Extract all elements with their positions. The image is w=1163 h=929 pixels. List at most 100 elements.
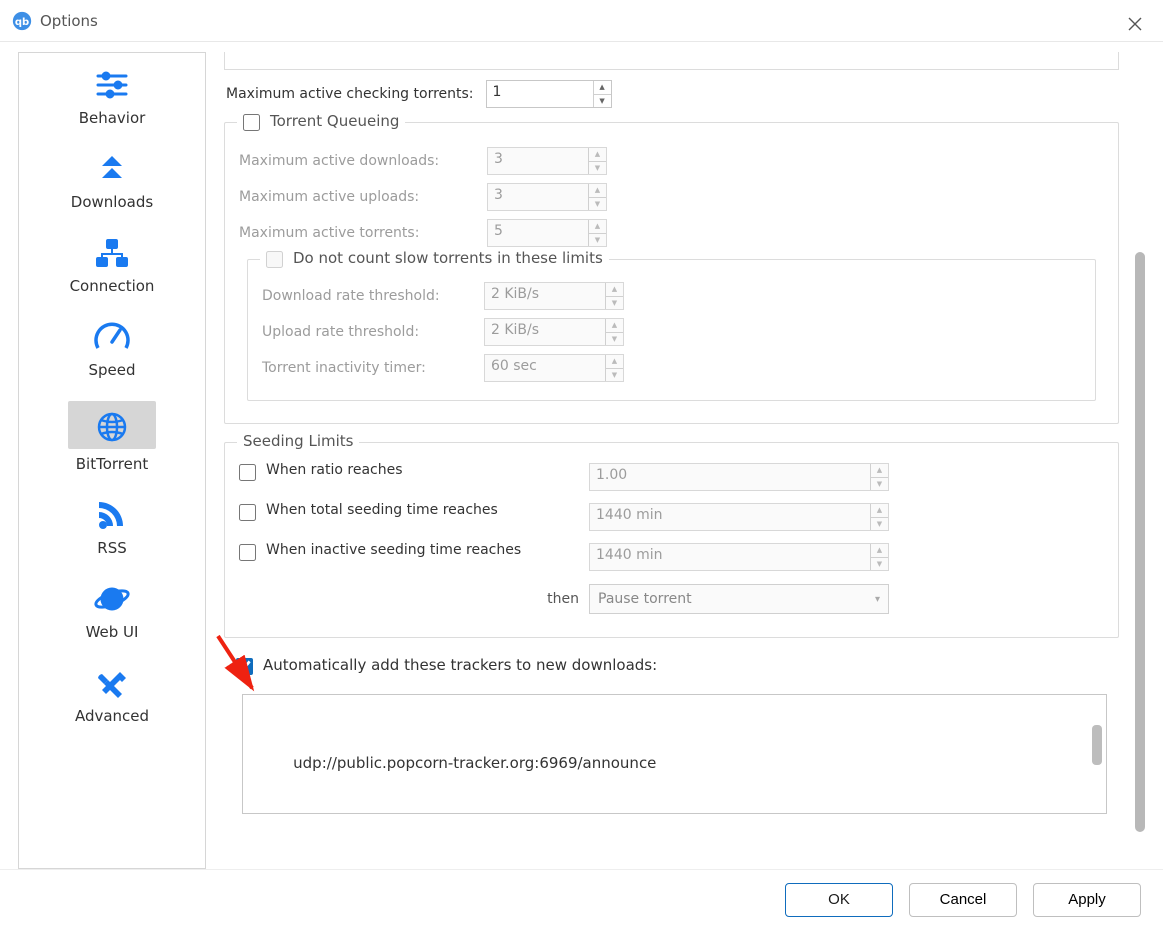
max-uploads-value: 3	[488, 184, 588, 210]
max-checking-label: Maximum active checking torrents:	[226, 86, 474, 102]
titlebar: qb Options	[0, 0, 1163, 42]
sidebar-item-label: BitTorrent	[76, 455, 149, 473]
trackers-content: udp://public.popcorn-tracker.org:6969/an…	[255, 754, 656, 814]
spin-up-icon: ▲	[871, 464, 888, 477]
spin-up-icon: ▲	[871, 544, 888, 557]
download-icon	[88, 149, 136, 189]
ok-button[interactable]: OK	[785, 883, 893, 917]
max-torrents-value: 5	[488, 220, 588, 246]
sidebar-item-label: Downloads	[71, 193, 153, 211]
sidebar-item-speed[interactable]: Speed	[19, 305, 205, 389]
spin-up-icon: ▲	[589, 148, 606, 161]
sidebar-item-bittorrent[interactable]: BitTorrent	[19, 389, 205, 483]
max-checking-field[interactable]: 1 ▲▼	[486, 80, 612, 108]
max-uploads-label: Maximum active uploads:	[239, 189, 475, 205]
torrent-queueing-checkbox[interactable]	[243, 114, 260, 131]
auto-add-trackers-checkbox[interactable]	[236, 658, 253, 675]
max-checking-value[interactable]: 1	[487, 81, 593, 107]
download-rate-label: Download rate threshold:	[262, 288, 472, 304]
sidebar-item-rss[interactable]: RSS	[19, 483, 205, 567]
ratio-label: When ratio reaches	[266, 462, 403, 478]
total-time-checkbox[interactable]	[239, 504, 256, 521]
spin-up-icon[interactable]: ▲	[594, 81, 611, 94]
max-downloads-value: 3	[488, 148, 588, 174]
auto-add-trackers-label: Automatically add these trackers to new …	[263, 656, 657, 674]
main-scrollbar-thumb[interactable]	[1135, 252, 1145, 832]
download-rate-value: 2 KiB/s	[485, 283, 605, 309]
chevron-down-icon: ▾	[875, 594, 880, 605]
globe-icon	[88, 407, 136, 447]
sidebar-item-label: Speed	[88, 361, 135, 379]
spin-up-icon: ▲	[589, 184, 606, 197]
then-action-select: Pause torrent ▾	[589, 584, 889, 614]
close-icon[interactable]	[1121, 10, 1149, 38]
spin-down-icon: ▼	[589, 197, 606, 211]
sidebar-item-webui[interactable]: Web UI	[19, 567, 205, 651]
sidebar: Behavior Downloads Connection	[18, 52, 206, 869]
apply-button[interactable]: Apply	[1033, 883, 1141, 917]
then-action-value: Pause torrent	[598, 591, 692, 607]
footer: OK Cancel Apply	[0, 869, 1163, 929]
sidebar-item-downloads[interactable]: Downloads	[19, 137, 205, 221]
spin-up-icon: ▲	[606, 319, 623, 332]
spin-down-icon: ▼	[871, 517, 888, 531]
download-rate-field: 2 KiB/s ▲▼	[484, 282, 624, 310]
tools-icon	[88, 663, 136, 703]
spin-down-icon: ▼	[606, 332, 623, 346]
torrent-queueing-group: Torrent Queueing Maximum active download…	[224, 122, 1119, 424]
upload-rate-label: Upload rate threshold:	[262, 324, 472, 340]
sidebar-item-behavior[interactable]: Behavior	[19, 53, 205, 137]
sidebar-item-label: Behavior	[79, 109, 146, 127]
inactive-time-label: When inactive seeding time reaches	[266, 542, 521, 558]
sidebar-item-advanced[interactable]: Advanced	[19, 651, 205, 735]
inactivity-field: 60 sec ▲▼	[484, 354, 624, 382]
max-downloads-field: 3 ▲▼	[487, 147, 607, 175]
upload-rate-value: 2 KiB/s	[485, 319, 605, 345]
spin-down-icon[interactable]: ▼	[594, 94, 611, 108]
spin-down-icon: ▼	[589, 161, 606, 175]
spin-down-icon: ▼	[589, 233, 606, 247]
max-uploads-field: 3 ▲▼	[487, 183, 607, 211]
network-icon	[88, 233, 136, 273]
speedometer-icon	[88, 317, 136, 357]
sidebar-item-label: RSS	[97, 539, 126, 557]
inactive-time-checkbox[interactable]	[239, 544, 256, 561]
spin-up-icon: ▲	[871, 504, 888, 517]
sidebar-item-connection[interactable]: Connection	[19, 221, 205, 305]
sliders-icon	[88, 65, 136, 105]
inactive-time-field: 1440 min ▲▼	[589, 543, 889, 571]
slow-torrents-checkbox	[266, 251, 283, 268]
spin-up-icon: ▲	[606, 283, 623, 296]
inactivity-value: 60 sec	[485, 355, 605, 381]
trackers-textarea[interactable]: udp://public.popcorn-tracker.org:6969/an…	[242, 694, 1107, 814]
torrent-queueing-label: Torrent Queueing	[270, 112, 399, 130]
sidebar-item-label: Connection	[70, 277, 155, 295]
spin-down-icon: ▼	[606, 296, 623, 310]
spin-up-icon: ▲	[589, 220, 606, 233]
truncated-group-top	[224, 52, 1119, 70]
max-torrents-label: Maximum active torrents:	[239, 225, 475, 241]
ratio-field: 1.00 ▲▼	[589, 463, 889, 491]
sidebar-item-label: Advanced	[75, 707, 149, 725]
ratio-checkbox[interactable]	[239, 464, 256, 481]
inactivity-label: Torrent inactivity timer:	[262, 360, 472, 376]
max-downloads-label: Maximum active downloads:	[239, 153, 475, 169]
planet-icon	[88, 579, 136, 619]
slow-torrents-label: Do not count slow torrents in these limi…	[293, 249, 603, 267]
sidebar-item-label: Web UI	[86, 623, 139, 641]
inactive-time-value: 1440 min	[590, 544, 870, 570]
app-logo-icon: qb	[12, 11, 32, 31]
trackers-scrollbar[interactable]	[1092, 725, 1102, 765]
main-scrollbar-track[interactable]	[1135, 252, 1145, 859]
total-time-field: 1440 min ▲▼	[589, 503, 889, 531]
slow-torrents-group: Do not count slow torrents in these limi…	[247, 259, 1096, 401]
total-time-label: When total seeding time reaches	[266, 502, 498, 518]
spin-up-icon: ▲	[606, 355, 623, 368]
cancel-button[interactable]: Cancel	[909, 883, 1017, 917]
spin-down-icon: ▼	[606, 368, 623, 382]
svg-text:qb: qb	[15, 16, 29, 27]
spin-down-icon: ▼	[871, 477, 888, 491]
max-torrents-field: 5 ▲▼	[487, 219, 607, 247]
spin-down-icon: ▼	[871, 557, 888, 571]
then-label: then	[239, 591, 579, 607]
